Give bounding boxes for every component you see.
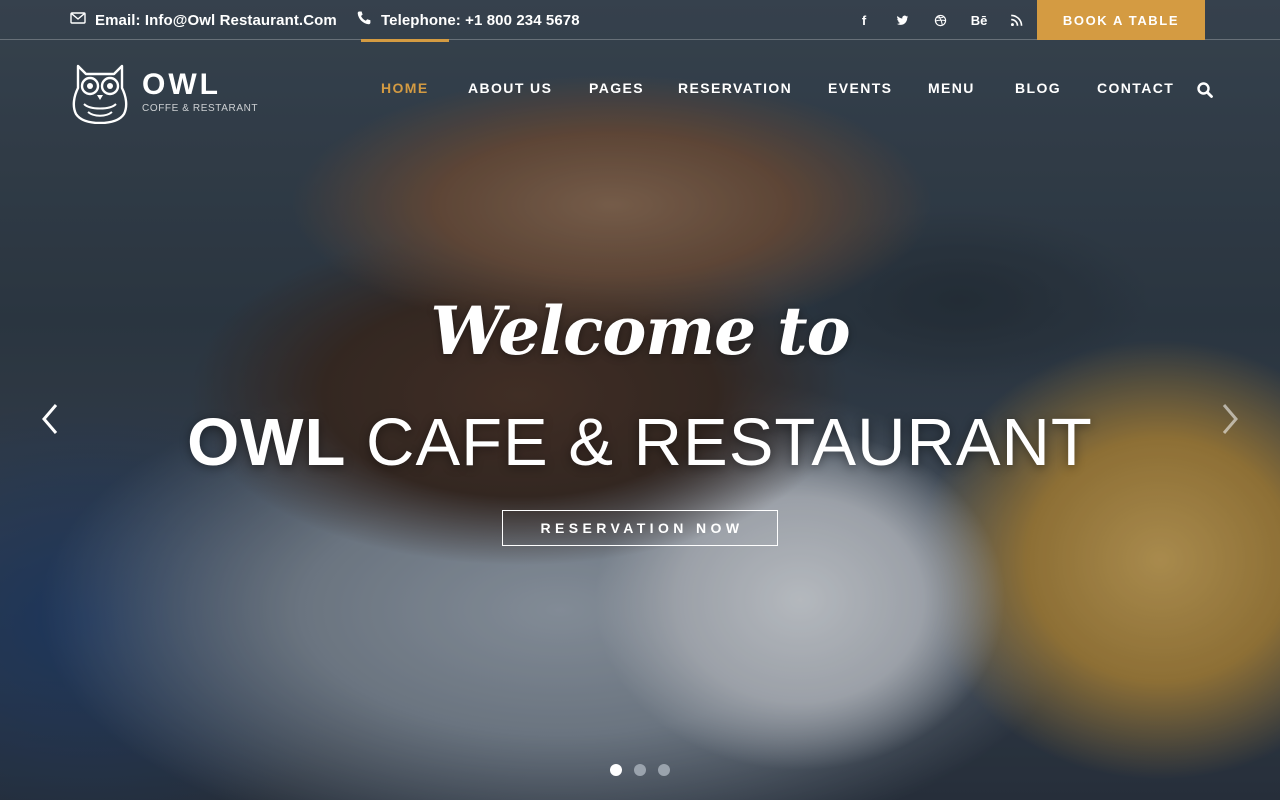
nav-contact[interactable]: CONTACT [1097,80,1174,100]
nav-pages[interactable]: PAGES [589,80,644,100]
rss-icon[interactable] [1006,0,1026,40]
email-contact[interactable]: Email: Info@Owl Restaurant.Com [70,0,337,40]
book-a-table-button[interactable]: BOOK A TABLE [1037,0,1205,40]
reservation-now-button[interactable]: RESERVATION NOW [502,510,778,546]
facebook-glyph: f [861,12,867,28]
slider-prev-arrow[interactable] [40,402,60,436]
slider-dot-1[interactable] [610,764,622,776]
chevron-right-icon [1220,404,1240,440]
slider-pagination [604,764,676,776]
logo-tagline: COFFE & RESTARANT [142,103,259,114]
welcome-script-text: Welcome to [430,292,850,370]
top-bar: Email: Info@Owl Restaurant.Com Telephone… [0,0,1280,40]
logo[interactable]: OWL COFFE & RESTARANT [70,62,270,125]
nav-events[interactable]: EVENTS [828,80,892,100]
headline-rest: CAFE & RESTAURANT [346,405,1093,480]
nav-reservation[interactable]: RESERVATION [678,80,792,100]
active-nav-indicator [361,39,449,42]
chevron-left-icon [40,404,60,440]
envelope-icon [70,10,86,30]
telephone-text: Telephone: +1 800 234 5678 [381,11,580,29]
email-text: Email: Info@Owl Restaurant.Com [95,11,337,29]
headline-brand: OWL [187,405,347,480]
owl-logo-icon [70,62,130,125]
slider-dot-3[interactable] [658,764,670,776]
behance-glyph: Bē [970,12,988,28]
nav-blog[interactable]: BLOG [1015,80,1061,100]
search-icon[interactable] [1196,81,1214,99]
dribbble-icon[interactable] [930,0,950,40]
logo-name: OWL [142,68,221,101]
hero-headline: OWL CAFE & RESTAURANT [0,404,1280,481]
telephone-contact[interactable]: Telephone: +1 800 234 5678 [356,0,580,40]
nav-menu[interactable]: MENU [928,80,975,100]
nav-home[interactable]: HOME [381,80,429,100]
slider-next-arrow[interactable] [1220,402,1240,436]
nav-about-us[interactable]: ABOUT US [468,80,552,100]
twitter-icon[interactable] [892,0,912,40]
slider-dot-2[interactable] [634,764,646,776]
phone-icon [356,10,372,30]
facebook-icon[interactable]: f [854,0,874,40]
behance-icon[interactable]: Bē [968,0,990,40]
